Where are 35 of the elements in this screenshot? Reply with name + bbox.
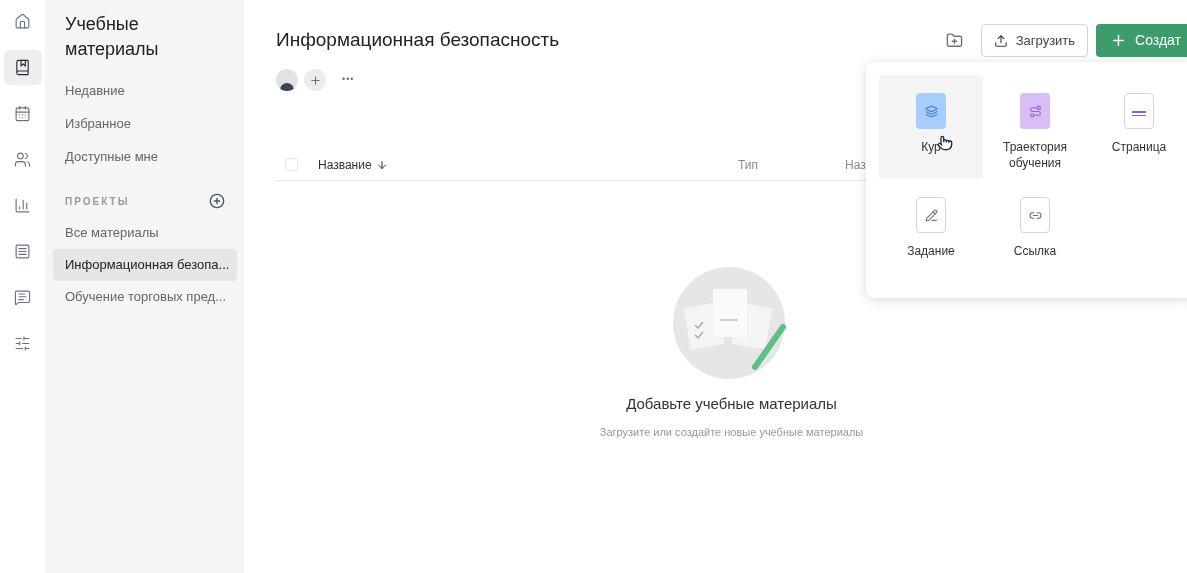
column-header[interactable]: Название — [318, 155, 738, 174]
create-menu-item[interactable]: Ссылка — [983, 179, 1087, 283]
new-folder-icon[interactable] — [945, 32, 963, 49]
link-file-icon — [1020, 197, 1050, 233]
section-heading: ПРОЕКТЫ — [65, 194, 130, 209]
select-all-checkbox[interactable] — [285, 158, 298, 171]
course-file-icon — [916, 93, 946, 129]
upload-icon — [993, 33, 1008, 48]
column-header[interactable]: Наз — [845, 155, 866, 174]
plus-icon — [308, 73, 322, 87]
task-file-icon — [916, 197, 946, 233]
book-icon[interactable] — [3, 50, 42, 85]
upload-button[interactable]: Загрузить — [980, 24, 1089, 57]
page-title: Информационная безопасность — [276, 28, 560, 52]
sidebar-item[interactable]: Избранное — [53, 107, 237, 140]
create-menu-item[interactable]: Задание — [879, 179, 983, 283]
sidebar-item[interactable]: Доступные мне — [53, 140, 237, 173]
project-item[interactable]: Все материалы — [53, 217, 237, 249]
more-button[interactable]: ••• — [342, 73, 355, 87]
empty-text: Загрузите или создайте новые учебные материалы — [599, 424, 864, 440]
sort-arrow-icon — [375, 158, 388, 171]
empty-title: Добавьте учебные материалы — [626, 394, 837, 414]
sidebar-title: Учебные материалы — [64, 13, 160, 61]
project-item[interactable]: Информационная безопа... — [53, 249, 237, 281]
add-member-button[interactable] — [304, 69, 326, 91]
add-project-icon[interactable] — [209, 193, 225, 209]
create-menu-item[interactable]: Траектория обучения — [983, 75, 1087, 179]
text-file-icon — [1124, 93, 1154, 129]
create-button[interactable]: Создат — [1096, 24, 1187, 57]
column-header[interactable]: Тип — [738, 155, 845, 174]
path-file-icon — [1020, 93, 1050, 129]
create-menu-item[interactable]: Страница — [1087, 75, 1187, 179]
sidebar-item[interactable]: Недавние — [53, 74, 237, 107]
project-item[interactable]: Обучение торговых пред... — [53, 281, 237, 313]
avatar[interactable] — [276, 69, 298, 91]
